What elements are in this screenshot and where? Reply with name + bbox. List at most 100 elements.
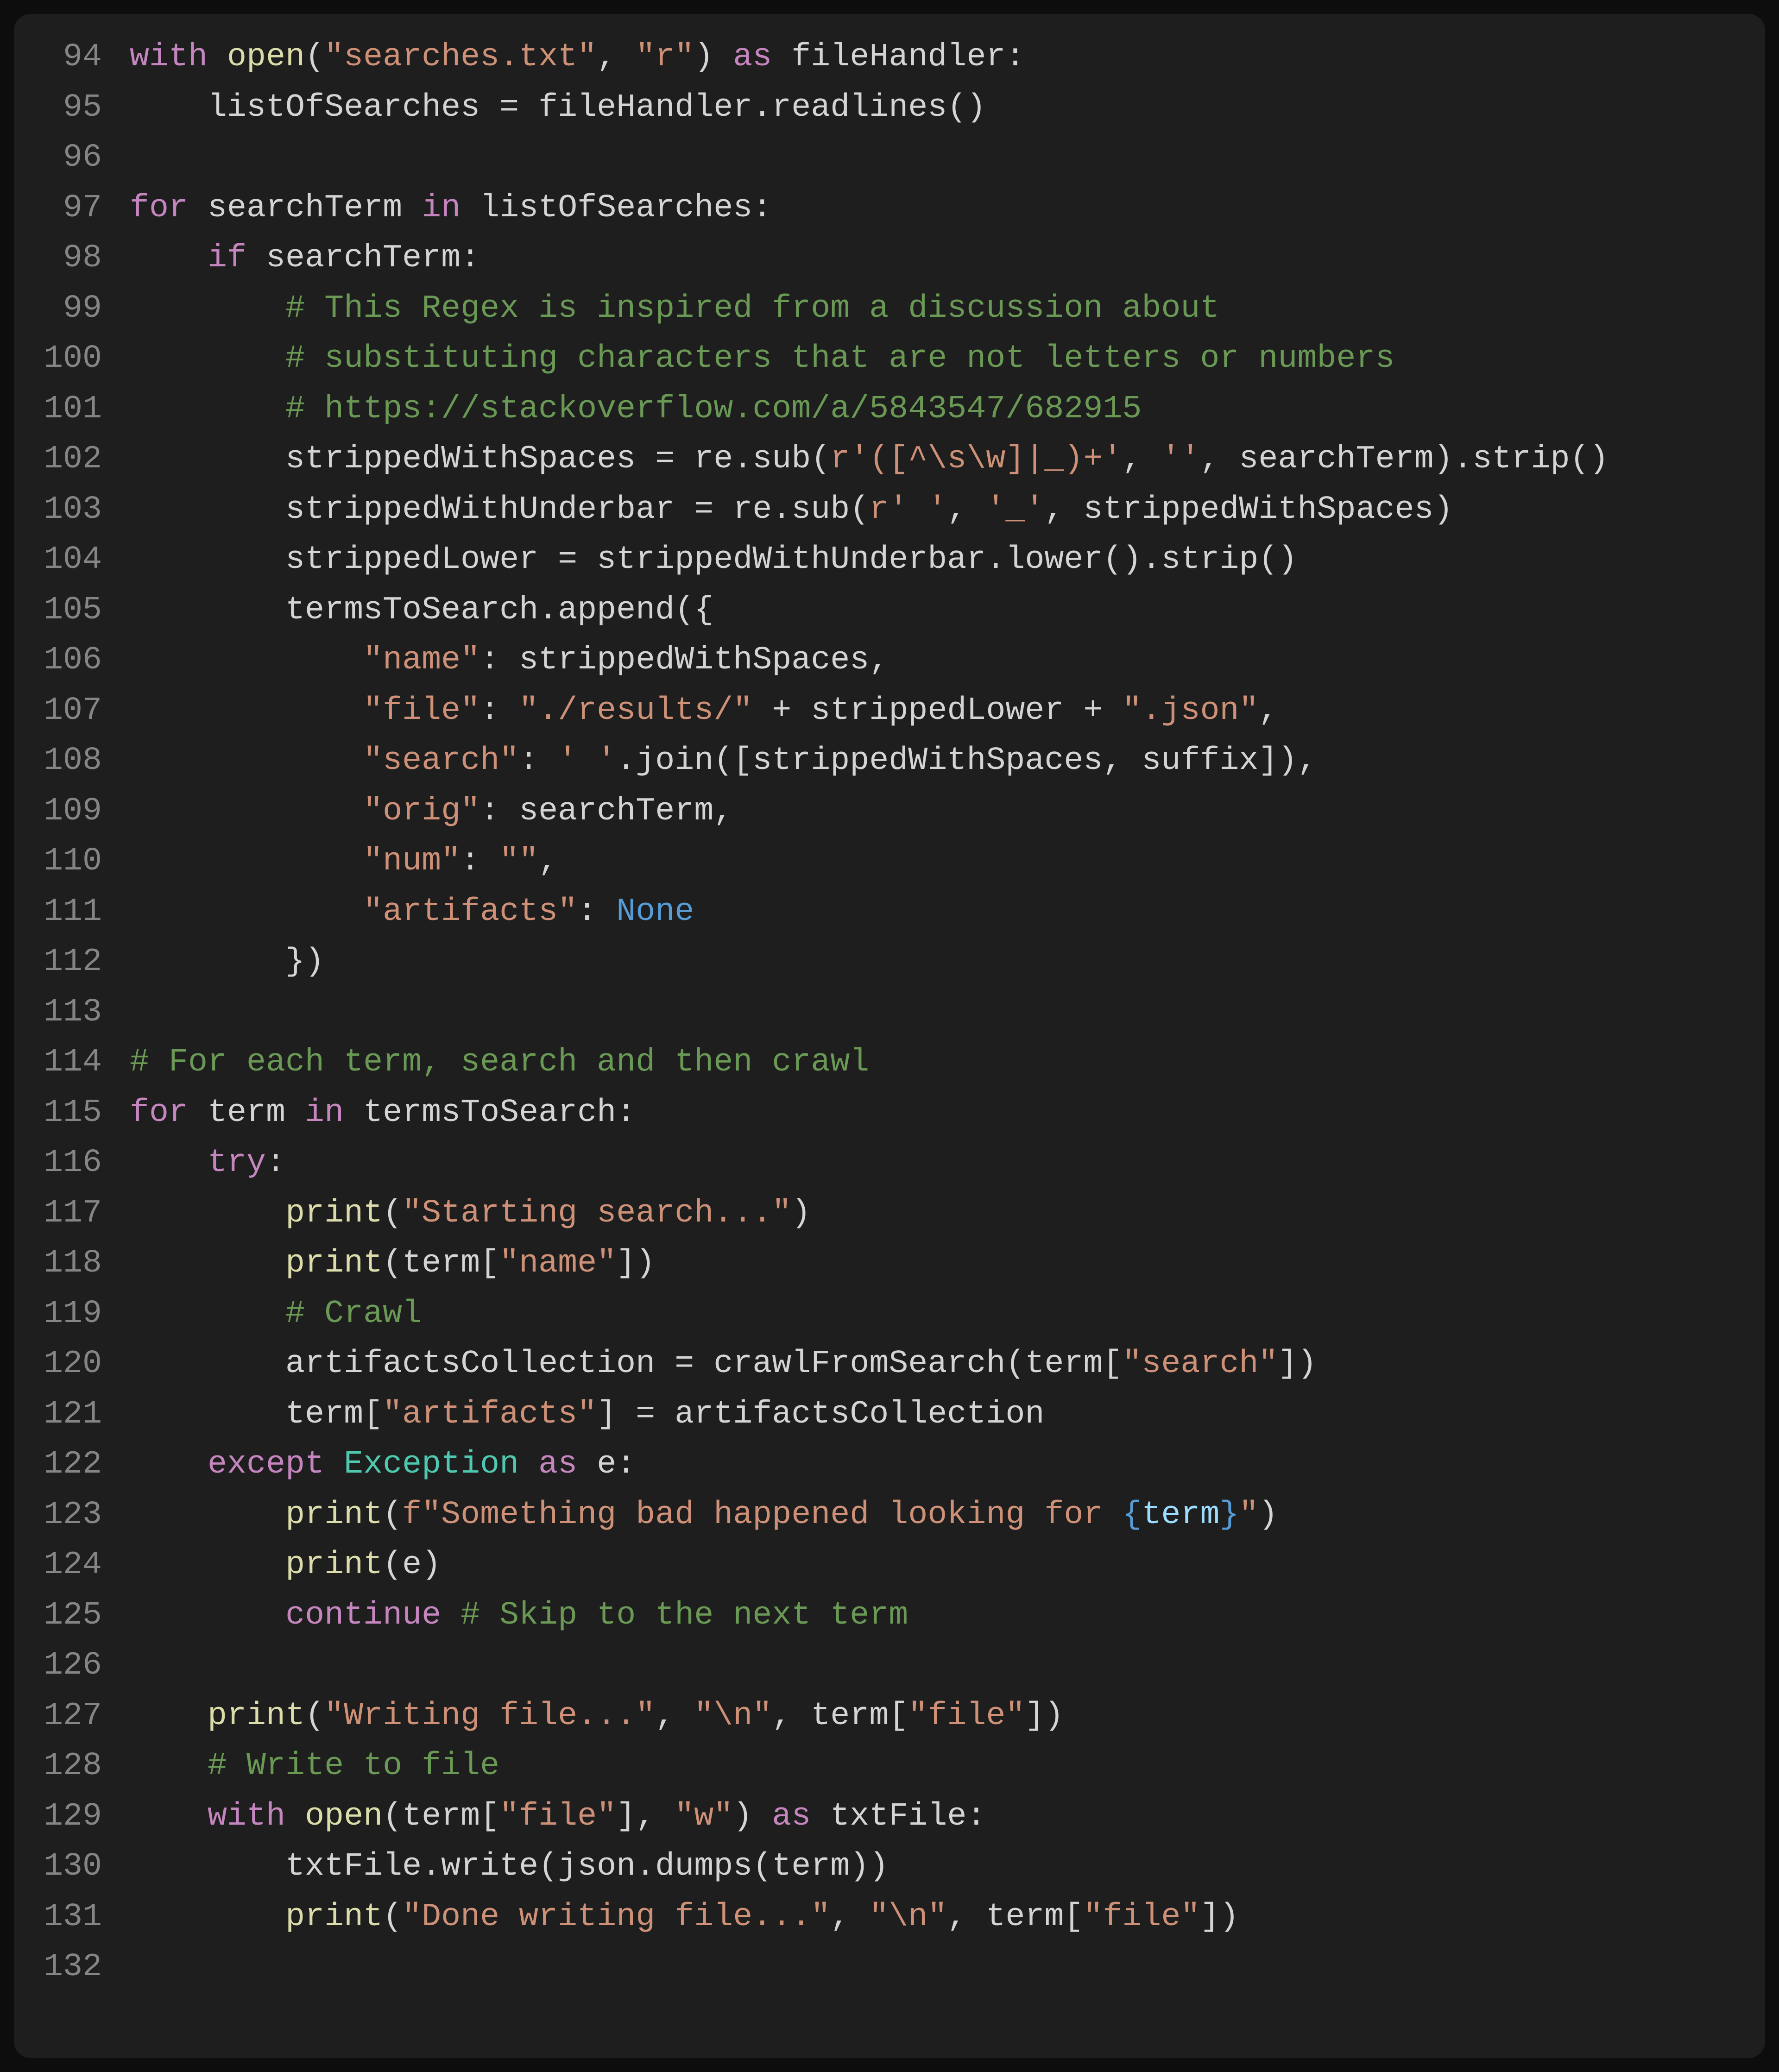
code-line[interactable]: 127 print("Writing file...", "\n", term[… xyxy=(14,1691,1765,1742)
code-line[interactable]: 120 artifactsCollection = crawlFromSearc… xyxy=(14,1339,1765,1390)
code-content[interactable]: with open(term["file"], "w") as txtFile: xyxy=(130,1792,1737,1842)
token-plain xyxy=(130,1547,285,1583)
code-line[interactable]: 102 strippedWithSpaces = re.sub(r'([^\s\… xyxy=(14,435,1765,485)
code-content[interactable]: except Exception as e: xyxy=(130,1440,1737,1490)
code-line[interactable]: 119 # Crawl xyxy=(14,1289,1765,1340)
code-line[interactable]: 121 term["artifacts"] = artifactsCollect… xyxy=(14,1390,1765,1440)
code-line[interactable]: 103 strippedWithUnderbar = re.sub(r' ', … xyxy=(14,485,1765,535)
code-content[interactable]: try: xyxy=(130,1138,1737,1189)
code-line[interactable]: 114# For each term, search and then craw… xyxy=(14,1038,1765,1088)
code-line[interactable]: 115for term in termsToSearch: xyxy=(14,1088,1765,1139)
code-line[interactable]: 128 # Write to file xyxy=(14,1741,1765,1792)
code-line[interactable]: 99 # This Regex is inspired from a discu… xyxy=(14,284,1765,334)
code-line[interactable]: 111 "artifacts": None xyxy=(14,887,1765,938)
code-line[interactable]: 131 print("Done writing file...", "\n", … xyxy=(14,1892,1765,1943)
code-content[interactable]: print(e) xyxy=(130,1540,1737,1591)
code-content[interactable]: for searchTerm in listOfSearches: xyxy=(130,183,1737,234)
code-content[interactable]: # https://stackoverflow.com/a/5843547/68… xyxy=(130,384,1737,435)
code-line[interactable]: 124 print(e) xyxy=(14,1540,1765,1591)
code-line[interactable]: 100 # substituting characters that are n… xyxy=(14,334,1765,384)
code-line[interactable]: 106 "name": strippedWithSpaces, xyxy=(14,636,1765,686)
token-str: ' ' xyxy=(558,743,616,779)
token-kw: continue xyxy=(285,1597,441,1634)
line-number: 123 xyxy=(14,1490,130,1541)
code-content[interactable]: if searchTerm: xyxy=(130,233,1737,284)
code-content[interactable]: print("Writing file...", "\n", term["fil… xyxy=(130,1691,1737,1742)
code-content[interactable]: "search": ' '.join([strippedWithSpaces, … xyxy=(130,736,1737,787)
code-content[interactable]: # Crawl xyxy=(130,1289,1737,1340)
code-line[interactable]: 130 txtFile.write(json.dumps(term)) xyxy=(14,1842,1765,1892)
line-number: 105 xyxy=(14,586,130,636)
code-content[interactable]: "orig": searchTerm, xyxy=(130,787,1737,837)
code-content[interactable]: # For each term, search and then crawl xyxy=(130,1038,1737,1088)
code-content[interactable]: for term in termsToSearch: xyxy=(130,1088,1737,1139)
code-content[interactable]: "artifacts": None xyxy=(130,887,1737,938)
token-plain: (term[ xyxy=(383,1245,499,1282)
code-content[interactable]: # This Regex is inspired from a discussi… xyxy=(130,284,1737,334)
code-line[interactable]: 101 # https://stackoverflow.com/a/584354… xyxy=(14,384,1765,435)
code-content[interactable] xyxy=(130,1641,1737,1691)
token-str: "file" xyxy=(908,1698,1025,1734)
code-content[interactable]: print(term["name"]) xyxy=(130,1239,1737,1289)
code-line[interactable]: 98 if searchTerm: xyxy=(14,233,1765,284)
token-plain xyxy=(285,1798,305,1835)
code-content[interactable]: strippedWithUnderbar = re.sub(r' ', '_',… xyxy=(130,485,1737,535)
code-line[interactable]: 118 print(term["name"]) xyxy=(14,1239,1765,1289)
line-number: 107 xyxy=(14,686,130,737)
token-cm: # Skip to the next term xyxy=(461,1597,908,1634)
token-plain: }) xyxy=(130,944,324,980)
code-line[interactable]: 112 }) xyxy=(14,937,1765,988)
code-line[interactable]: 95 listOfSearches = fileHandler.readline… xyxy=(14,83,1765,133)
code-line[interactable]: 125 continue # Skip to the next term xyxy=(14,1591,1765,1641)
code-content[interactable]: "name": strippedWithSpaces, xyxy=(130,636,1737,686)
code-content[interactable]: txtFile.write(json.dumps(term)) xyxy=(130,1842,1737,1892)
code-content[interactable]: with open("searches.txt", "r") as fileHa… xyxy=(130,32,1737,83)
code-line[interactable]: 96 xyxy=(14,133,1765,183)
token-plain: : xyxy=(461,843,499,880)
code-content[interactable]: "num": "", xyxy=(130,837,1737,887)
code-content[interactable]: "file": "./results/" + strippedLower + "… xyxy=(130,686,1737,737)
token-str: "file" xyxy=(363,693,480,729)
token-str: ".json" xyxy=(1122,693,1258,729)
token-plain xyxy=(130,1245,285,1282)
code-line[interactable]: 116 try: xyxy=(14,1138,1765,1189)
code-line[interactable]: 105 termsToSearch.append({ xyxy=(14,586,1765,636)
code-line[interactable]: 104 strippedLower = strippedWithUnderbar… xyxy=(14,535,1765,586)
code-content[interactable]: listOfSearches = fileHandler.readlines() xyxy=(130,83,1737,133)
code-line[interactable]: 122 except Exception as e: xyxy=(14,1440,1765,1490)
code-content[interactable]: # Write to file xyxy=(130,1741,1737,1792)
code-content[interactable] xyxy=(130,1942,1737,1993)
line-number: 110 xyxy=(14,837,130,887)
token-kw: with xyxy=(208,1798,285,1835)
code-line[interactable]: 123 print(f"Something bad happened looki… xyxy=(14,1490,1765,1541)
token-plain: strippedWithSpaces xyxy=(130,441,655,478)
code-content[interactable]: strippedWithSpaces = re.sub(r'([^\s\w]|_… xyxy=(130,435,1737,485)
code-content[interactable]: print("Done writing file...", "\n", term… xyxy=(130,1892,1737,1943)
code-line[interactable]: 94with open("searches.txt", "r") as file… xyxy=(14,32,1765,83)
code-content[interactable] xyxy=(130,988,1737,1038)
code-line[interactable]: 107 "file": "./results/" + strippedLower… xyxy=(14,686,1765,737)
token-plain: , xyxy=(1122,441,1161,478)
code-line[interactable]: 117 print("Starting search...") xyxy=(14,1189,1765,1239)
code-line[interactable]: 109 "orig": searchTerm, xyxy=(14,787,1765,837)
code-content[interactable]: term["artifacts"] = artifactsCollection xyxy=(130,1390,1737,1440)
code-line[interactable]: 132 xyxy=(14,1942,1765,1993)
token-plain: (term[ xyxy=(383,1798,499,1835)
code-content[interactable]: continue # Skip to the next term xyxy=(130,1591,1737,1641)
code-content[interactable] xyxy=(130,133,1737,183)
code-content[interactable]: strippedLower = strippedWithUnderbar.low… xyxy=(130,535,1737,586)
code-line[interactable]: 129 with open(term["file"], "w") as txtF… xyxy=(14,1792,1765,1842)
code-line[interactable]: 110 "num": "", xyxy=(14,837,1765,887)
code-line[interactable]: 97for searchTerm in listOfSearches: xyxy=(14,183,1765,234)
code-content[interactable]: print("Starting search...") xyxy=(130,1189,1737,1239)
code-content[interactable]: artifactsCollection = crawlFromSearch(te… xyxy=(130,1339,1737,1390)
code-content[interactable]: print(f"Something bad happened looking f… xyxy=(130,1490,1737,1541)
code-content[interactable]: # substituting characters that are not l… xyxy=(130,334,1737,384)
code-editor[interactable]: 94with open("searches.txt", "r") as file… xyxy=(14,14,1765,2058)
code-line[interactable]: 108 "search": ' '.join([strippedWithSpac… xyxy=(14,736,1765,787)
code-content[interactable]: termsToSearch.append({ xyxy=(130,586,1737,636)
code-line[interactable]: 113 xyxy=(14,988,1765,1038)
code-line[interactable]: 126 xyxy=(14,1641,1765,1691)
line-number: 96 xyxy=(14,133,130,183)
code-content[interactable]: }) xyxy=(130,937,1737,988)
